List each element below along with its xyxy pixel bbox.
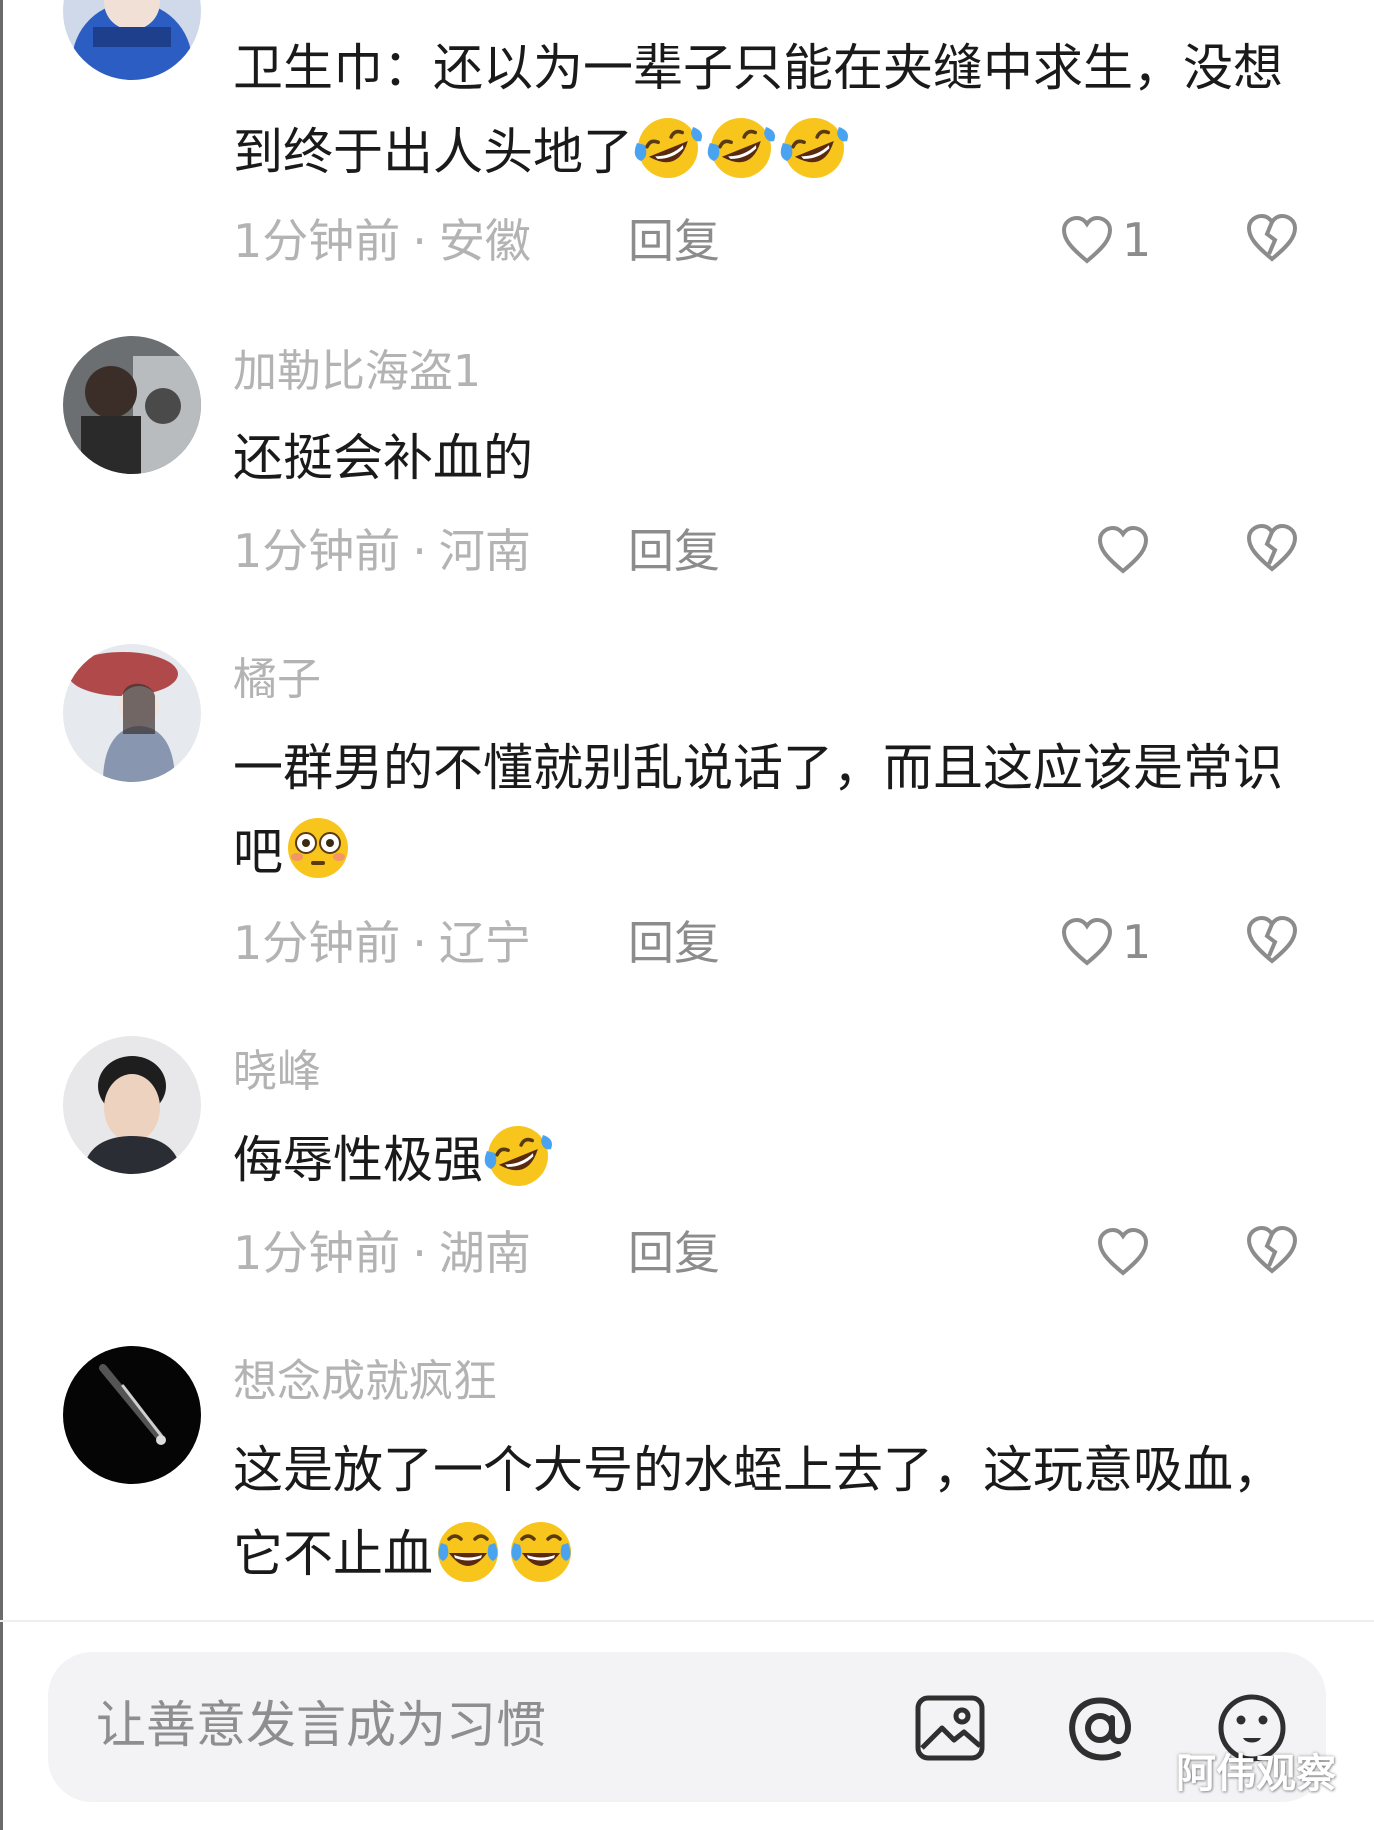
comment-text: 卫生巾：还以为一辈子只能在夹缝中求生，没想到终于出人头地了 [233, 26, 1293, 194]
left-edge-divider [0, 0, 3, 1830]
comment-location: 河南 [438, 524, 531, 578]
emoji-group [633, 118, 852, 181]
at-icon[interactable] [1064, 1692, 1136, 1764]
comment-time: 1分钟前 [233, 524, 401, 578]
comment-meta: 1分钟前 · 河南 [233, 528, 531, 574]
comment-meta: 1分钟前 · 辽宁 [233, 920, 531, 966]
joy-emoji-icon [506, 1515, 576, 1585]
comment-page: 卫生巾：还以为一辈子只能在夹缝中求生，没想到终于出人头地了 1分钟前 · 安徽 回复… [0, 0, 1374, 1830]
comment-text: 一群男的不懂就别乱说话了，而且这应该是常识吧 [233, 739, 1283, 881]
dislike-button[interactable] [1244, 914, 1300, 970]
rofl-emoji-icon [779, 113, 849, 183]
comment-time: 1分钟前 [233, 916, 401, 970]
flushed-emoji-icon [283, 813, 353, 883]
rofl-emoji-icon [706, 113, 776, 183]
meta-separator: · [412, 1226, 427, 1280]
reply-button[interactable]: 回复 [628, 218, 720, 264]
username[interactable]: 晓峰 [233, 1050, 321, 1094]
comment-input-bar[interactable]: 让善意发言成为习惯 [48, 1652, 1326, 1802]
comment-input-placeholder[interactable]: 让善意发言成为习惯 [96, 1700, 546, 1750]
avatar[interactable] [63, 0, 201, 80]
dislike-button[interactable] [1244, 1224, 1300, 1280]
comment-time: 1分钟前 [233, 1226, 401, 1280]
input-divider [0, 1620, 1374, 1622]
comment-location: 安徽 [438, 214, 531, 268]
broken-heart-icon [1246, 213, 1298, 262]
reply-button[interactable]: 回复 [628, 920, 720, 966]
comment-meta: 1分钟前 · 安徽 [233, 218, 531, 264]
avatar[interactable] [63, 644, 201, 782]
avatar[interactable] [63, 1346, 201, 1484]
rofl-emoji-icon [483, 1121, 553, 1191]
meta-separator: · [412, 916, 427, 970]
meta-separator: · [412, 524, 427, 578]
like-button[interactable]: 1 [1060, 212, 1151, 268]
comment-location: 辽宁 [438, 916, 531, 970]
rofl-emoji-icon [633, 113, 703, 183]
like-button[interactable]: 1 [1060, 914, 1151, 970]
comment-time: 1分钟前 [233, 214, 401, 268]
heart-outline-icon [1097, 1227, 1149, 1276]
heart-outline-icon [1061, 917, 1113, 966]
image-icon[interactable] [914, 1692, 986, 1764]
dislike-button[interactable] [1244, 522, 1300, 578]
like-count: 1 [1122, 915, 1152, 969]
avatar[interactable] [63, 1036, 201, 1174]
broken-heart-icon [1246, 915, 1298, 964]
dislike-button[interactable] [1244, 212, 1300, 268]
comment-location: 湖南 [438, 1226, 531, 1280]
watermark: 阿伟观察 [1176, 1751, 1336, 1797]
meta-separator: · [412, 214, 427, 268]
username[interactable]: 加勒比海盗1 [233, 350, 481, 394]
avatar[interactable] [63, 336, 201, 474]
emoji-group [283, 818, 356, 881]
comment-text: 这是放了一个大号的水蛭上去了，这玩意吸血，它不止血 [233, 1441, 1283, 1583]
username[interactable]: 想念成就疯狂 [233, 1360, 497, 1404]
username[interactable]: 橘子 [233, 658, 321, 702]
emoji-group [483, 1126, 556, 1189]
reply-button[interactable]: 回复 [628, 528, 720, 574]
joy-emoji-icon [433, 1515, 503, 1585]
comment-text: 还挺会补血的 [233, 429, 533, 487]
broken-heart-icon [1246, 523, 1298, 572]
heart-outline-icon [1061, 215, 1113, 264]
heart-outline-icon [1097, 525, 1149, 574]
comment-text: 侮辱性极强 [233, 1118, 1293, 1202]
like-button[interactable] [1096, 1224, 1158, 1280]
like-count: 1 [1122, 213, 1152, 267]
emoji-group [433, 1522, 579, 1583]
reply-button[interactable]: 回复 [628, 1230, 720, 1276]
like-button[interactable] [1096, 522, 1158, 578]
comment-meta: 1分钟前 · 湖南 [233, 1230, 531, 1276]
broken-heart-icon [1246, 1225, 1298, 1274]
